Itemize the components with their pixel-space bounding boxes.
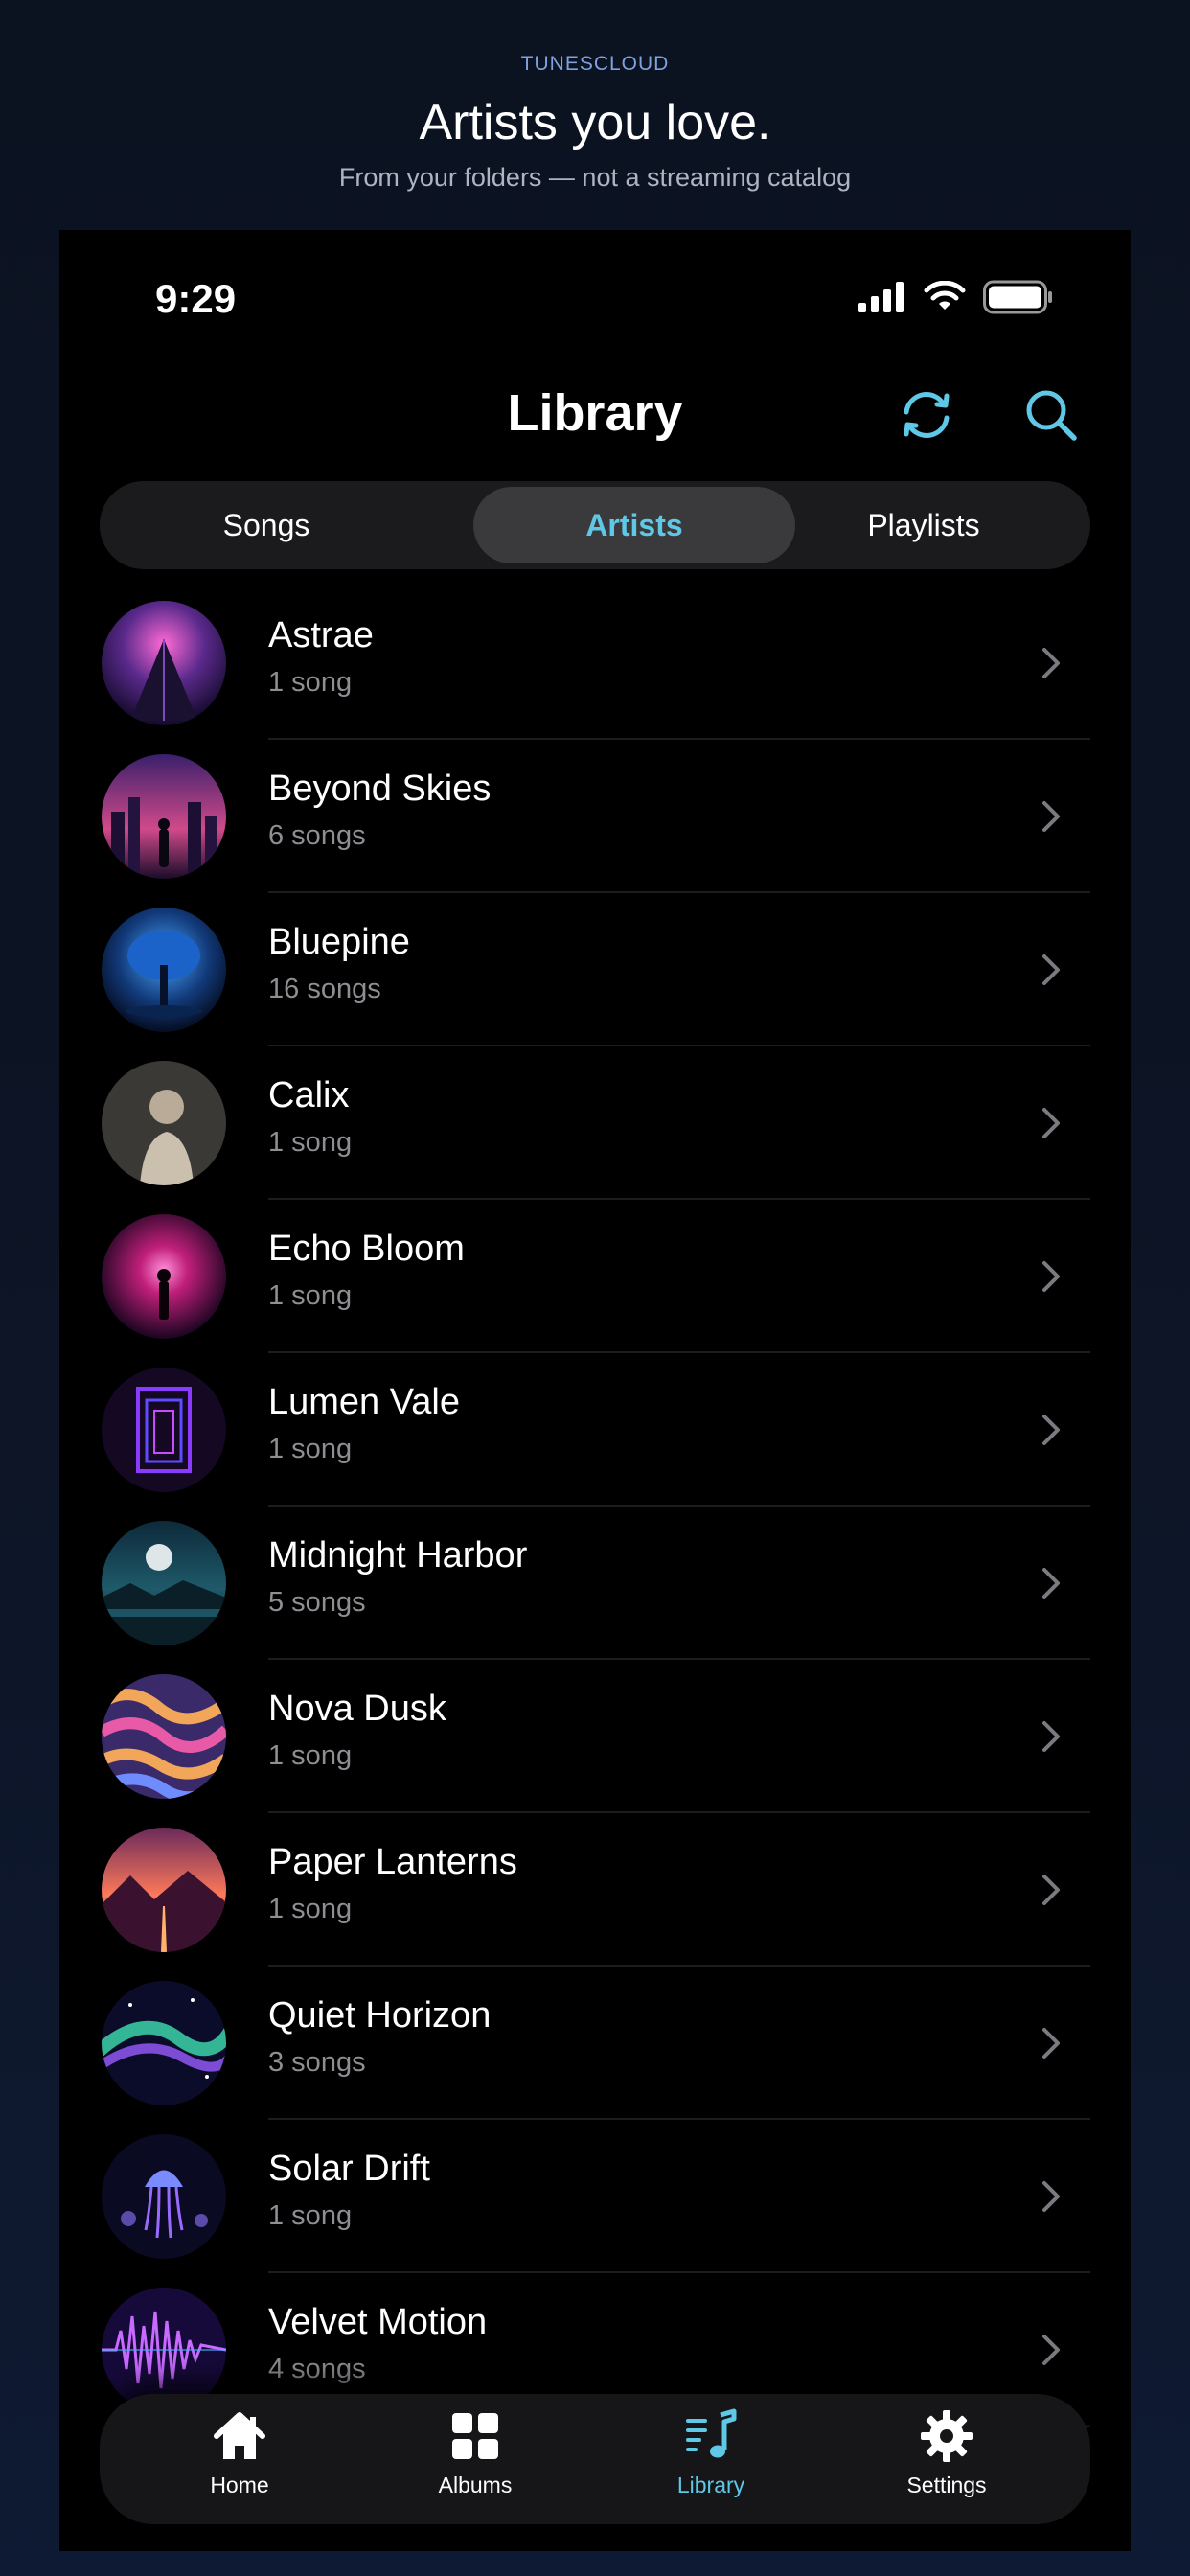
song-count: 3 songs (268, 2047, 366, 2078)
artist-name: Quiet Horizon (268, 1995, 492, 2036)
tab-label: Library (676, 2472, 745, 2497)
artist-avatar (102, 1214, 226, 1339)
sync-icon (904, 392, 950, 438)
tab-settings[interactable]: Settings (860, 2405, 1033, 2513)
chevron-right-icon (1042, 1568, 1060, 1598)
artist-row[interactable]: Midnight Harbor 5 songs (59, 1506, 1131, 1660)
song-count: 1 song (268, 1894, 353, 1924)
library-segmented-control: Songs Artists Playlists (100, 481, 1090, 569)
artist-name: Nova Dusk (268, 1689, 446, 1729)
battery-icon (983, 280, 1052, 314)
status-bar: 9:29 (59, 230, 1131, 364)
search-button[interactable] (1018, 381, 1085, 448)
song-count: 1 song (268, 1740, 353, 1771)
artist-avatar (102, 1981, 226, 2105)
artist-name: Lumen Vale (268, 1382, 460, 1422)
artist-avatar (102, 2134, 226, 2259)
tab-label: Settings (906, 2472, 987, 2497)
tab-label: Home (210, 2472, 269, 2497)
chevron-right-icon (1042, 2334, 1060, 2365)
chevron-right-icon (1042, 1414, 1060, 1445)
albums-grid-icon (452, 2413, 498, 2459)
library-music-icon (686, 2408, 737, 2458)
song-count: 6 songs (268, 820, 366, 851)
song-count: 1 song (268, 2200, 353, 2231)
promo-header: TUNESCLOUD Artists you love. From your f… (0, 0, 1190, 230)
artist-name: Paper Lanterns (268, 1842, 517, 1882)
tab-label: Albums (438, 2472, 513, 2497)
status-time: 9:29 (155, 276, 237, 321)
sync-button[interactable] (893, 381, 960, 448)
artist-row[interactable]: Bluepine 16 songs (59, 893, 1131, 1046)
song-count: 1 song (268, 1127, 353, 1158)
home-icon (214, 2412, 265, 2459)
search-icon (1026, 390, 1077, 441)
chevron-right-icon (1042, 648, 1060, 678)
chevron-right-icon (1042, 1721, 1060, 1752)
artist-name: Astrae (268, 615, 374, 656)
artist-row[interactable]: Paper Lanterns 1 song (59, 1813, 1131, 1966)
chevron-right-icon (1042, 801, 1060, 832)
artist-avatar (102, 601, 226, 725)
song-count: 1 song (268, 1434, 353, 1464)
song-count: 16 songs (268, 974, 381, 1004)
artist-avatar (102, 1061, 226, 1185)
status-icons (858, 278, 1054, 316)
tab-albums[interactable]: Albums (389, 2405, 561, 2513)
tab-home[interactable]: Home (153, 2405, 326, 2513)
artist-avatar (102, 1521, 226, 1645)
artist-row[interactable]: Nova Dusk 1 song (59, 1660, 1131, 1813)
artist-name: Solar Drift (268, 2149, 430, 2189)
song-count: 4 songs (268, 2354, 366, 2384)
artist-name: Beyond Skies (268, 769, 492, 809)
chevron-right-icon (1042, 2181, 1060, 2212)
artist-avatar (102, 754, 226, 879)
artist-list: Astrae 1 song Beyond Skies 6 songs Bluep… (59, 586, 1131, 2426)
wifi-icon (924, 281, 966, 310)
segment-artists[interactable]: Artists (473, 487, 795, 564)
artist-row[interactable]: Quiet Horizon 3 songs (59, 1966, 1131, 2120)
artist-row[interactable]: Lumen Vale 1 song (59, 1353, 1131, 1506)
artist-row[interactable]: Beyond Skies 6 songs (59, 740, 1131, 893)
artist-row[interactable]: Astrae 1 song (59, 586, 1131, 740)
song-count: 5 songs (268, 1587, 366, 1618)
brand-label: TUNESCLOUD (520, 53, 670, 75)
artist-name: Calix (268, 1075, 350, 1116)
artist-row[interactable]: Echo Bloom 1 song (59, 1200, 1131, 1353)
artist-row[interactable]: Solar Drift 1 song (59, 2120, 1131, 2273)
artist-avatar (102, 908, 226, 1032)
segment-songs[interactable]: Songs (105, 487, 427, 564)
artist-name: Velvet Motion (268, 2302, 488, 2342)
segment-playlists[interactable]: Playlists (763, 487, 1085, 564)
promo-headline: Artists you love. (419, 95, 771, 150)
artist-name: Bluepine (268, 922, 410, 962)
promo-subline: From your folders — not a streaming cata… (338, 163, 852, 192)
artist-avatar (102, 1674, 226, 1799)
phone-screen: 9:29 Library Songs Artists Playlists Ast… (59, 230, 1131, 2551)
chevron-right-icon (1042, 954, 1060, 985)
song-count: 1 song (268, 667, 353, 698)
artist-avatar (102, 1828, 226, 1952)
cellular-signal-icon (858, 282, 904, 312)
tab-library[interactable]: Library (625, 2405, 797, 2513)
artist-avatar (102, 1368, 226, 1492)
chevron-right-icon (1042, 1108, 1060, 1138)
page-title: Library (507, 384, 683, 442)
chevron-right-icon (1042, 1874, 1060, 1905)
artist-name: Midnight Harbor (268, 1535, 528, 1576)
gear-icon (921, 2410, 973, 2462)
chevron-right-icon (1042, 2028, 1060, 2058)
song-count: 1 song (268, 1280, 353, 1311)
chevron-right-icon (1042, 1261, 1060, 1292)
artist-name: Echo Bloom (268, 1229, 465, 1269)
tab-bar: Home Albums Library Settings (100, 2394, 1090, 2524)
artist-row[interactable]: Calix 1 song (59, 1046, 1131, 1200)
